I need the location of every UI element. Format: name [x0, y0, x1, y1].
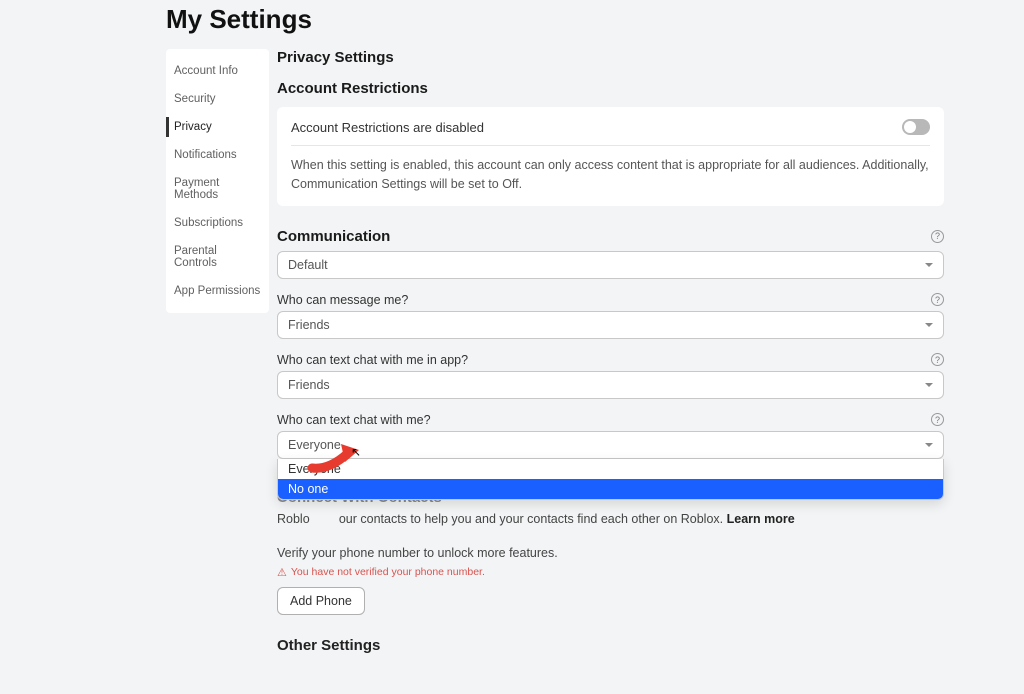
- sidebar-item-payment-methods[interactable]: Payment Methods: [166, 169, 269, 209]
- select-value: Default: [288, 258, 328, 272]
- text-chat-dropdown-list: Everyone No one: [277, 459, 944, 500]
- select-value: Friends: [288, 378, 330, 392]
- warning-icon: ⚠: [277, 566, 287, 579]
- restrictions-toggle-label: Account Restrictions are disabled: [291, 120, 484, 135]
- account-restrictions-card: Account Restrictions are disabled When t…: [277, 107, 944, 206]
- learn-more-link[interactable]: Learn more: [727, 512, 795, 526]
- message-field-label: Who can message me?: [277, 293, 408, 307]
- text-chat-field-label: Who can text chat with me?: [277, 413, 431, 427]
- select-value: Friends: [288, 318, 330, 332]
- dropdown-option-no-one[interactable]: No one: [278, 479, 943, 499]
- page-title: My Settings: [166, 4, 1024, 35]
- text-chat-app-field-label: Who can text chat with me in app?: [277, 353, 468, 367]
- sidebar-item-account-info[interactable]: Account Info: [166, 57, 269, 85]
- chevron-down-icon: [925, 263, 933, 267]
- restrictions-help-text: When this setting is enabled, this accou…: [291, 156, 930, 194]
- chevron-down-icon: [925, 323, 933, 327]
- who-can-text-chat-select[interactable]: Everyone: [277, 431, 944, 459]
- select-value: Everyone: [288, 438, 341, 452]
- privacy-settings-title: Privacy Settings: [277, 49, 944, 66]
- phone-warning-text: You have not verified your phone number.: [291, 566, 485, 578]
- help-icon[interactable]: ?: [931, 293, 944, 306]
- other-settings-title: Other Settings: [277, 637, 944, 654]
- chevron-down-icon: [925, 443, 933, 447]
- help-icon[interactable]: ?: [931, 413, 944, 426]
- chevron-down-icon: [925, 383, 933, 387]
- add-phone-button[interactable]: Add Phone: [277, 587, 365, 615]
- verify-phone-text: Verify your phone number to unlock more …: [277, 546, 944, 560]
- who-can-text-chat-app-select[interactable]: Friends: [277, 371, 944, 399]
- communication-default-select[interactable]: Default: [277, 251, 944, 279]
- sidebar-item-privacy[interactable]: Privacy: [166, 113, 269, 141]
- sidebar-item-security[interactable]: Security: [166, 85, 269, 113]
- dropdown-option-everyone[interactable]: Everyone: [278, 459, 943, 479]
- help-icon[interactable]: ?: [931, 353, 944, 366]
- sidebar-item-subscriptions[interactable]: Subscriptions: [166, 209, 269, 237]
- help-icon[interactable]: ?: [931, 230, 944, 243]
- who-can-message-select[interactable]: Friends: [277, 311, 944, 339]
- settings-sidebar: Account Info Security Privacy Notificati…: [166, 49, 269, 313]
- connect-contacts-text: Roblox in your contacts to help you and …: [277, 512, 944, 526]
- sidebar-item-notifications[interactable]: Notifications: [166, 141, 269, 169]
- sidebar-item-parental-controls[interactable]: Parental Controls: [166, 237, 269, 277]
- sidebar-item-app-permissions[interactable]: App Permissions: [166, 277, 269, 305]
- restrictions-toggle[interactable]: [902, 119, 930, 135]
- communication-title: Communication: [277, 228, 390, 245]
- account-restrictions-title: Account Restrictions: [277, 80, 944, 97]
- main-content: Privacy Settings Account Restrictions Ac…: [277, 49, 944, 654]
